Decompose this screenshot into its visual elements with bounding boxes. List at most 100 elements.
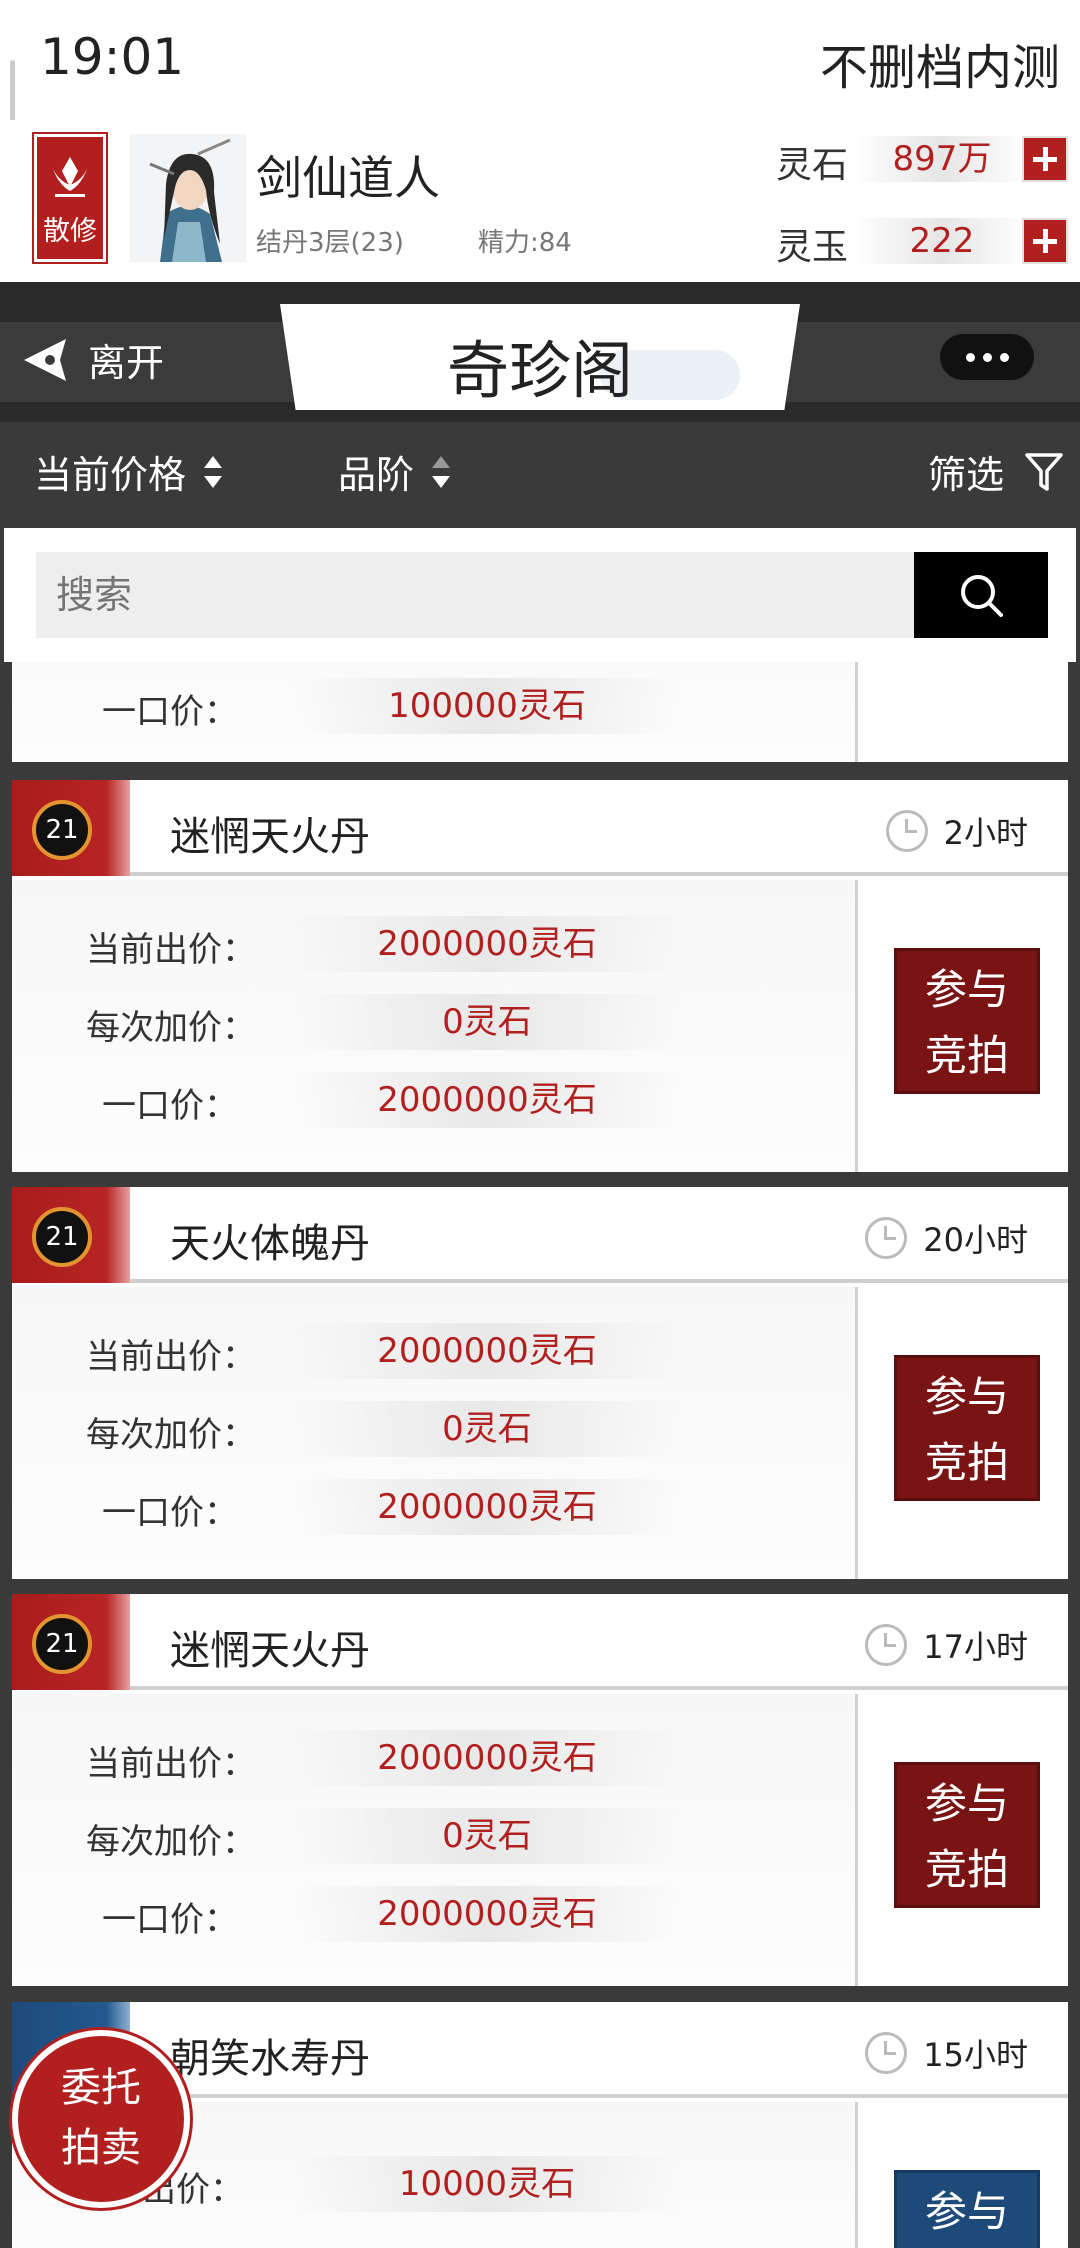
card-header: 21 迷惘天火丹 2小时 [12, 780, 1068, 876]
card-header: 21 天火体魄丹 20小时 [12, 1187, 1068, 1283]
dot-icon [965, 352, 975, 362]
search-button[interactable] [914, 552, 1048, 638]
sort-grade-label: 品阶 [338, 453, 415, 497]
sort-price-label: 当前价格 [34, 453, 187, 497]
consign-auction-button[interactable]: 委托 拍卖 [12, 2030, 190, 2208]
increment-label: 每次加价： [86, 1008, 256, 1048]
buyout-label: 一口价： [102, 692, 238, 732]
sort-by-price[interactable]: 当前价格 [34, 444, 223, 499]
buyout-value: 100000灵石 [292, 678, 682, 734]
search-icon [961, 575, 1003, 617]
grade-badge: 21 [32, 1614, 92, 1674]
clock-icon [885, 810, 928, 852]
nav-bar: 离开 奇珍阁 [0, 282, 1080, 422]
add-spirit-jade-button[interactable] [1022, 218, 1068, 264]
current-bid-value: 2000000灵石 [292, 1323, 682, 1379]
current-bid-label: 当前出价： [86, 1337, 256, 1377]
swordsman-portrait-icon [130, 134, 246, 262]
join-auction-button[interactable]: 参与 竞拍 [894, 948, 1040, 1094]
current-bid-value: 2000000灵石 [292, 916, 682, 972]
filter-button[interactable]: 筛选 [928, 444, 1064, 499]
join-auction-button[interactable]: 参与 竞拍 [894, 1762, 1040, 1908]
card-body: 当前出价： 2000000灵石 每次加价： 0灵石 一口价： 2000000灵石 [12, 880, 858, 1172]
dot-icon [999, 352, 1009, 362]
lotus-emblem-icon [53, 157, 87, 197]
page-title-tab: 奇珍阁 [280, 304, 800, 410]
sect-badge[interactable]: 散修 [34, 134, 106, 262]
time-remaining-value: 2小时 [943, 814, 1028, 852]
search-section [4, 528, 1076, 662]
increment-value: 0灵石 [292, 1808, 682, 1864]
spirit-stone-value: 897万 [854, 136, 1030, 182]
increment-label: 每次加价： [86, 1822, 256, 1862]
funnel-icon [1025, 452, 1063, 491]
item-name: 迷惘天火丹 [170, 814, 370, 860]
current-bid-value: 2000000灵石 [292, 1730, 682, 1786]
time-remaining: 17小时 [865, 1622, 1028, 1668]
card-header: 21 迷惘天火丹 17小时 [12, 1594, 1068, 1690]
time-remaining: 15小时 [865, 2030, 1028, 2076]
time-remaining: 2小时 [885, 808, 1028, 854]
current-bid-row: 当前出价： 2000000灵石 [12, 1726, 858, 1786]
item-name: 朝笑水寿丹 [170, 2036, 370, 2082]
player-header: 散修 剑仙道人 结丹3层(23) 精力:84 灵石 897万 灵玉 222 [0, 120, 1080, 282]
status-bar: 19:01 不删档内测 [0, 0, 1080, 150]
clock-icon [865, 1217, 908, 1259]
avatar[interactable] [130, 134, 246, 262]
clock-time: 19:01 [40, 28, 185, 86]
clock-icon [865, 1624, 908, 1666]
filter-label: 筛选 [927, 453, 1004, 497]
join-auction-button[interactable]: 参与 竞拍 [894, 1355, 1040, 1501]
increment-label: 每次加价： [86, 1415, 256, 1455]
grade-tab: 21 [12, 1187, 130, 1283]
leave-button[interactable]: 离开 [20, 332, 164, 387]
spirit-jade-value: 222 [854, 218, 1030, 264]
sort-by-grade[interactable]: 品阶 [338, 444, 451, 499]
page-title: 奇珍阁 [446, 334, 633, 407]
sort-bar: 当前价格 品阶 筛选 [0, 422, 1080, 526]
player-realm: 结丹3层(23) [256, 228, 404, 258]
button-line1: 参与 [924, 1779, 1009, 1828]
join-auction-button[interactable]: 参与 [894, 2170, 1040, 2248]
time-remaining-value: 20小时 [923, 1221, 1028, 1259]
fab-line2: 拍卖 [61, 2125, 141, 2171]
buyout-value: 2000000灵石 [292, 1072, 682, 1128]
buyout-value: 2000000灵石 [292, 1479, 682, 1535]
increment-value: 0灵石 [292, 994, 682, 1050]
grade-tab: 21 [12, 1594, 130, 1690]
button-line1: 参与 [924, 965, 1009, 1014]
current-bid-label: 当前出价： [86, 1744, 256, 1784]
buyout-value: 2000000灵石 [292, 1886, 682, 1942]
add-spirit-stone-button[interactable] [1022, 136, 1068, 182]
card-body: 当前出价： 2000000灵石 每次加价： 0灵石 一口价： 2000000灵石 [12, 1694, 858, 1986]
button-line1: 参与 [924, 2187, 1009, 2236]
search-input[interactable] [36, 552, 916, 638]
buyout-row: 一口价： 2000000灵石 [12, 1475, 858, 1535]
current-bid-label: 当前出价： [86, 930, 256, 970]
button-line2: 竞拍 [924, 1845, 1009, 1894]
auction-card: 21 天火体魄丹 20小时 当前出价： 2000000灵石 每次加价： 0灵石 … [12, 1187, 1068, 1579]
spirit-stone-row: 灵石 897万 [776, 130, 1072, 190]
sort-arrows-icon [432, 455, 451, 488]
current-bid-row: 当前出价： 2000000灵石 [12, 912, 858, 972]
grade-tab: 21 [12, 780, 130, 876]
increment-row: 每次加价： 0灵石 [12, 1804, 858, 1864]
leave-label: 离开 [88, 341, 165, 385]
buyout-row: 一口价： 2000000灵石 [12, 1882, 858, 1942]
buyout-label: 一口价： [102, 1900, 238, 1940]
spirit-jade-label: 灵玉 [776, 227, 849, 268]
increment-value: 0灵石 [292, 1401, 682, 1457]
time-remaining-value: 17小时 [923, 1628, 1028, 1666]
clock-icon [865, 2032, 908, 2074]
spirit-jade-row: 灵玉 222 [776, 212, 1072, 272]
server-title: 不删档内测 [819, 40, 1060, 96]
more-options-button[interactable] [940, 334, 1034, 380]
spirit-stone-label: 灵石 [776, 145, 849, 186]
leave-arrow-icon [24, 338, 66, 381]
fab-line1: 委托 [61, 2065, 141, 2111]
player-energy: 精力:84 [478, 228, 572, 258]
buyout-row: 一口价： 2000000灵石 [12, 1068, 858, 1128]
auction-list[interactable]: 一口价： 100000灵石 21 迷惘天火丹 2小时 当前出价： 2000000… [0, 662, 1080, 2248]
time-remaining-value: 15小时 [923, 2036, 1028, 2074]
auction-card: 21 迷惘天火丹 2小时 当前出价： 2000000灵石 每次加价： 0灵石 一… [12, 780, 1068, 1172]
